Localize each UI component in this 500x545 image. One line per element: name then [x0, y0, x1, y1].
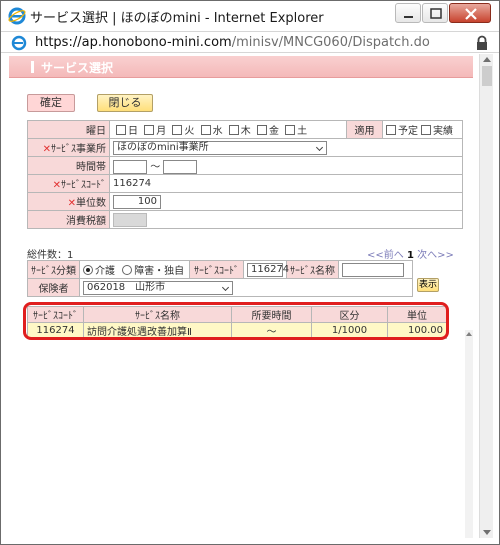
required-mark: ✕: [52, 180, 61, 191]
window-title: サービス選択 | ほのぼのmini - Internet Explorer: [30, 11, 324, 26]
weekday-checkbox-wed[interactable]: [200, 125, 211, 135]
category-radio-care[interactable]: [83, 265, 93, 275]
close-icon: [465, 8, 477, 20]
scroll-up-icon[interactable]: [483, 57, 491, 62]
browser-window: サービス選択 | ほのぼのmini - Internet Explorer ht…: [0, 0, 500, 545]
weekday-sat-label: 土: [297, 126, 308, 137]
insurer-select-value: 062018 山形市: [87, 281, 166, 293]
weekday-checkbox-sun[interactable]: [116, 125, 126, 135]
service-code-value: 116274: [109, 174, 463, 193]
weekday-thu-label: 木: [240, 126, 251, 137]
weekday-options: 日 月 火 水 木 金 土: [109, 120, 347, 139]
weekday-checkbox-sat[interactable]: [285, 125, 296, 135]
search-code-label: ｻｰﾋﾞｽｺｰﾄﾞ: [189, 260, 244, 279]
required-mark: ✕: [67, 198, 76, 209]
category-label: ｻｰﾋﾞｽ分類: [27, 260, 80, 279]
search-code-input[interactable]: 116274: [247, 262, 289, 277]
time-separator: ～: [150, 161, 161, 173]
time-from-input[interactable]: [113, 159, 147, 174]
service-code-label-text: ｻｰﾋﾞｽｺｰﾄﾞ: [61, 180, 106, 191]
close-button[interactable]: 閉じる: [97, 94, 153, 112]
apply-plan-checkbox[interactable]: [386, 125, 396, 135]
section-marker: [31, 61, 34, 73]
search-form: ｻｰﾋﾞｽ分類 介護 障害・独自 ｻｰﾋﾞｽｺｰﾄﾞ 116274 ｻｰﾋﾞｽ名…: [27, 260, 413, 297]
chevron-down-icon: [315, 143, 324, 151]
weekday-sun-label: 日: [128, 126, 138, 137]
url-text[interactable]: https://ap.honobono-mini.com/minisv/MNCG…: [35, 35, 430, 50]
insurer-select[interactable]: 062018 山形市: [83, 280, 233, 295]
search-name-input[interactable]: [342, 262, 404, 277]
weekday-checkbox-thu[interactable]: [228, 125, 239, 135]
maximize-button[interactable]: [422, 3, 448, 23]
tax-input: [113, 212, 147, 227]
weekday-checkbox-fri[interactable]: [256, 125, 267, 135]
units-input[interactable]: 100: [113, 194, 161, 209]
category-disability-label: 障害・独自: [134, 266, 185, 277]
page-icon: [11, 35, 27, 51]
close-window-button[interactable]: [449, 3, 491, 23]
weekday-mon-label: 月: [156, 126, 167, 137]
scroll-thumb[interactable]: [482, 66, 492, 86]
weekday-wed-label: 水: [212, 126, 223, 137]
page-scrollbar[interactable]: [479, 54, 493, 538]
pager-next[interactable]: 次へ>>: [417, 250, 454, 261]
total-count: 総件数：1: [27, 250, 74, 261]
pager: <<前へ 1 次へ>>: [367, 246, 454, 261]
scroll-down-icon[interactable]: [483, 530, 491, 535]
category-options: 介護 障害・独自: [79, 260, 190, 279]
chevron-down-icon: [221, 283, 230, 291]
apply-actual-label: 実績: [433, 126, 453, 137]
tax-label: 消費税額: [27, 210, 110, 229]
tax-cell: [109, 210, 463, 229]
highlight-box: [23, 302, 449, 340]
time-label: 時間帯: [27, 156, 110, 175]
category-radio-disability[interactable]: [122, 265, 133, 275]
insurer-label: 保険者: [27, 278, 80, 297]
provider-label: ✕ｻｰﾋﾞｽ事業所: [27, 138, 110, 157]
time-cell: ～: [109, 156, 463, 175]
url-domain: https://ap.honobono-mini.com: [35, 35, 232, 50]
address-bar[interactable]: https://ap.honobono-mini.com/minisv/MNCG…: [1, 31, 499, 53]
scroll-up-icon: [466, 332, 472, 336]
weekday-label: 曜日: [27, 120, 110, 139]
title-bar: サービス選択 | ほのぼのmini - Internet Explorer: [1, 1, 499, 31]
section-title: サービス選択: [41, 61, 114, 75]
internet-explorer-icon: [8, 7, 26, 25]
page-content: サービス選択 確定 閉じる 曜日 日 月 火 水 木 金 土 適用 予定 実績: [9, 54, 473, 538]
provider-cell: ほのぼのmini事業所: [109, 138, 463, 157]
weekday-checkbox-tue[interactable]: [172, 125, 183, 135]
units-label: ✕単位数: [27, 192, 110, 211]
search-name-label: ｻｰﾋﾞｽ名称: [286, 260, 339, 279]
weekday-fri-label: 金: [268, 126, 279, 137]
required-mark: ✕: [42, 144, 51, 155]
time-to-input[interactable]: [163, 159, 198, 174]
minimize-button[interactable]: [395, 3, 421, 23]
provider-select-value: ほのぼのmini事業所: [117, 141, 209, 153]
apply-options: 予定 実績: [382, 120, 463, 139]
insurer-cell: 062018 山形市: [79, 278, 413, 297]
maximize-icon: [430, 8, 442, 19]
units-cell: 100: [109, 192, 463, 211]
url-path: /minisv/MNCG060/Dispatch.do: [231, 35, 430, 50]
category-care-label: 介護: [95, 266, 115, 277]
search-code-cell: 116274: [243, 260, 289, 279]
section-header: サービス選択: [9, 56, 473, 78]
results-scrollbar[interactable]: [465, 330, 473, 538]
weekday-tue-label: 火: [184, 126, 195, 137]
lock-icon: [477, 35, 487, 50]
minimize-icon: [404, 16, 413, 18]
confirm-button[interactable]: 確定: [27, 94, 75, 112]
provider-label-text: ｻｰﾋﾞｽ事業所: [51, 144, 106, 155]
service-code-label: ✕ｻｰﾋﾞｽｺｰﾄﾞ: [27, 174, 110, 193]
apply-plan-label: 予定: [398, 126, 418, 137]
provider-select[interactable]: ほのぼのmini事業所: [113, 140, 327, 155]
units-label-text: 単位数: [76, 198, 106, 209]
apply-label: 適用: [346, 120, 383, 139]
apply-actual-checkbox[interactable]: [421, 125, 431, 135]
show-button[interactable]: 表示: [417, 278, 439, 292]
search-name-cell: [338, 260, 413, 279]
weekday-checkbox-mon[interactable]: [144, 125, 155, 135]
service-form: 曜日 日 月 火 水 木 金 土 適用 予定 実績 ✕ｻｰﾋﾞｽ事業所 ほのぼの…: [27, 120, 463, 229]
